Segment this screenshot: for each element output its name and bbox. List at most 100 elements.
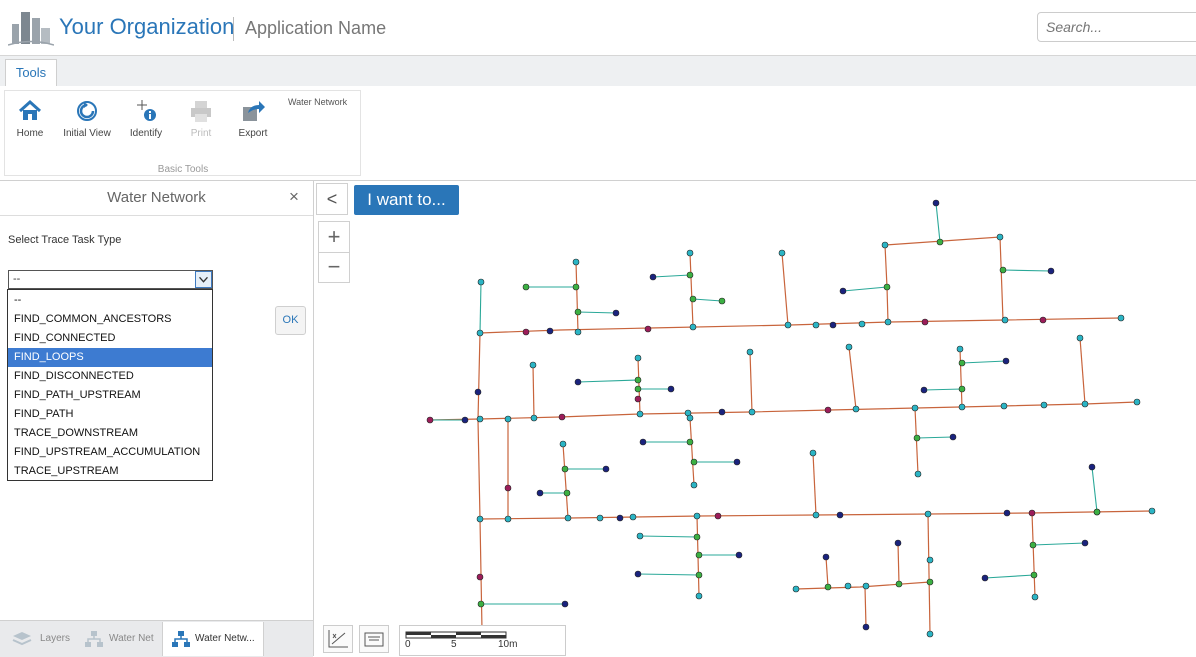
zoom-out-button[interactable]: − [318,252,350,282]
valve-node[interactable] [572,283,580,291]
endpoint-node[interactable] [829,321,837,329]
junction-node[interactable] [1076,334,1084,342]
tab-water-net[interactable]: Water Net [82,622,160,656]
valve-node[interactable] [1029,541,1037,549]
junction-node[interactable] [784,321,792,329]
endpoint-node[interactable] [616,514,624,522]
junction-node[interactable] [476,415,484,423]
valve-node[interactable] [693,533,701,541]
valve-node[interactable] [563,489,571,497]
ok-button[interactable]: OK [275,306,306,335]
junction-node[interactable] [477,278,485,286]
option-find-upstream-accumulation[interactable]: FIND_UPSTREAM_ACCUMULATION [8,443,212,462]
endpoint-node[interactable] [894,539,902,547]
valve-node[interactable] [1030,571,1038,579]
junction-node[interactable] [958,403,966,411]
junction-node[interactable] [911,404,919,412]
junction-node[interactable] [686,414,694,422]
junction-node[interactable] [1133,398,1141,406]
junction-node[interactable] [1040,401,1048,409]
endpoint-node[interactable] [822,553,830,561]
junction-node[interactable] [504,515,512,523]
valve-node[interactable] [561,465,569,473]
junction-node[interactable] [845,343,853,351]
endpoint-node[interactable] [735,551,743,559]
scale-button[interactable] [359,625,389,653]
junction-node[interactable] [844,582,852,590]
endpoint-node[interactable] [733,458,741,466]
hydrant-node[interactable] [824,406,832,414]
hydrant-node[interactable] [1039,316,1047,324]
endpoint-node[interactable] [1088,463,1096,471]
junction-node[interactable] [809,449,817,457]
hydrant-node[interactable] [476,573,484,581]
junction-node[interactable] [1148,507,1156,515]
hydrant-node[interactable] [522,328,530,336]
chevron-down-icon[interactable] [195,271,212,288]
valve-node[interactable] [883,283,891,291]
junction-node[interactable] [690,481,698,489]
tab-tools[interactable]: Tools [5,59,57,86]
junction-node[interactable] [812,321,820,329]
junction-node[interactable] [778,249,786,257]
endpoint-node[interactable] [718,408,726,416]
junction-node[interactable] [852,405,860,413]
junction-node[interactable] [529,361,537,369]
junction-node[interactable] [862,582,870,590]
endpoint-node[interactable] [649,273,657,281]
endpoint-node[interactable] [862,623,870,631]
endpoint-node[interactable] [1002,357,1010,365]
junction-node[interactable] [504,415,512,423]
junction-node[interactable] [629,513,637,521]
option-find-path[interactable]: FIND_PATH [8,405,212,424]
valve-node[interactable] [895,580,903,588]
valve-node[interactable] [824,583,832,591]
endpoint-node[interactable] [574,378,582,386]
valve-node[interactable] [634,376,642,384]
valve-node[interactable] [936,238,944,246]
endpoint-node[interactable] [602,465,610,473]
valve-node[interactable] [958,359,966,367]
junction-node[interactable] [996,233,1004,241]
endpoint-node[interactable] [639,438,647,446]
endpoint-node[interactable] [1003,509,1011,517]
endpoint-node[interactable] [546,327,554,335]
i-want-to-button[interactable]: I want to... [354,185,459,215]
junction-node[interactable] [926,630,934,638]
valve-node[interactable] [686,438,694,446]
initial-view-button[interactable]: Initial View [59,98,115,139]
junction-node[interactable] [693,512,701,520]
hydrant-node[interactable] [644,325,652,333]
endpoint-node[interactable] [949,433,957,441]
junction-node[interactable] [956,345,964,353]
valve-node[interactable] [913,434,921,442]
option-find-path-upstream[interactable]: FIND_PATH_UPSTREAM [8,386,212,405]
junction-node[interactable] [559,440,567,448]
option-none[interactable]: -- [8,291,212,310]
valve-node[interactable] [958,385,966,393]
junction-node[interactable] [1031,593,1039,601]
hydrant-node[interactable] [634,395,642,403]
junction-node[interactable] [634,354,642,362]
junction-node[interactable] [564,514,572,522]
endpoint-node[interactable] [667,385,675,393]
print-button[interactable]: Print [173,98,229,139]
endpoint-node[interactable] [461,416,469,424]
junction-node[interactable] [596,514,604,522]
hydrant-node[interactable] [921,318,929,326]
junction-node[interactable] [572,258,580,266]
coordinates-button[interactable] [323,625,353,653]
map-canvas[interactable] [314,181,1196,656]
junction-node[interactable] [574,328,582,336]
junction-node[interactable] [689,323,697,331]
junction-node[interactable] [748,408,756,416]
hydrant-node[interactable] [426,416,434,424]
junction-node[interactable] [881,241,889,249]
endpoint-node[interactable] [981,574,989,582]
junction-node[interactable] [476,515,484,523]
valve-node[interactable] [695,571,703,579]
junction-node[interactable] [914,470,922,478]
option-find-connected[interactable]: FIND_CONNECTED [8,329,212,348]
junction-node[interactable] [476,329,484,337]
endpoint-node[interactable] [836,511,844,519]
